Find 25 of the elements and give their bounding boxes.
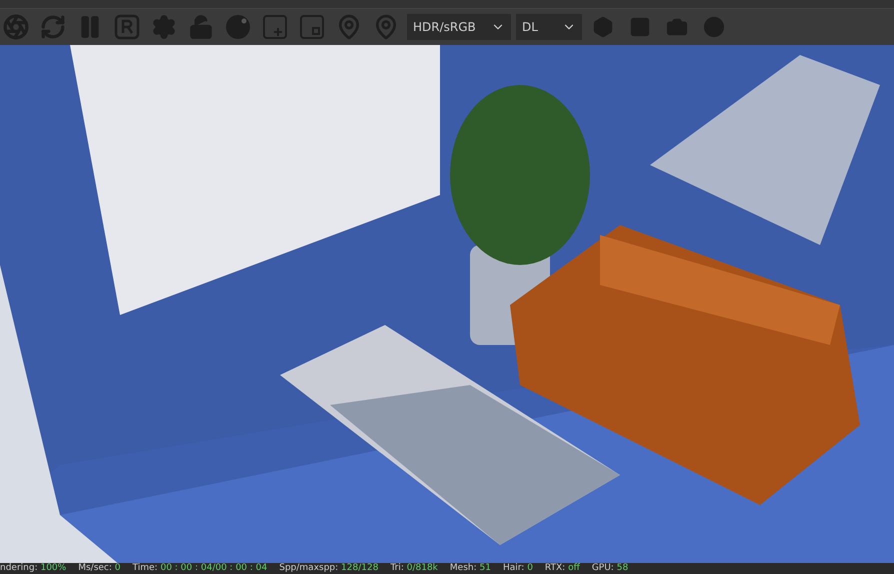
status-item: Mesh: 51 (450, 563, 491, 574)
status-item: RTX: off (544, 563, 580, 574)
status-item: Time: 00 : 00 : 04/00 : 00 : 04 (132, 563, 268, 574)
camera-icon (666, 16, 688, 38)
dropdown[interactable]: HDR/sRGB (407, 14, 511, 40)
add-frame-icon (262, 14, 288, 40)
status-item: Spp/maxspp: 128/128 (279, 563, 378, 574)
status-item: Ms/sec: 0 (78, 563, 121, 574)
frame-icon (299, 14, 325, 40)
map-pin-icon (373, 14, 399, 40)
rectangle-icon (629, 16, 651, 38)
settings-icon (151, 14, 177, 40)
map-pin-icon (336, 14, 362, 40)
dropdown[interactable]: DL (516, 14, 582, 40)
sphere-icon (225, 14, 251, 40)
r-box-icon (114, 14, 140, 40)
hexagon-icon (592, 16, 614, 38)
unlocked-padlock-icon (188, 14, 214, 40)
status-item: Tri: 0/818k (390, 563, 438, 574)
ball-icon (703, 16, 725, 38)
status-item: GPU: 58 (592, 563, 628, 574)
refresh-icon (40, 14, 66, 40)
status-item: Hair: 0 (502, 563, 533, 574)
aperture-icon (3, 14, 29, 40)
status-item: ndering: 100% (0, 563, 66, 574)
